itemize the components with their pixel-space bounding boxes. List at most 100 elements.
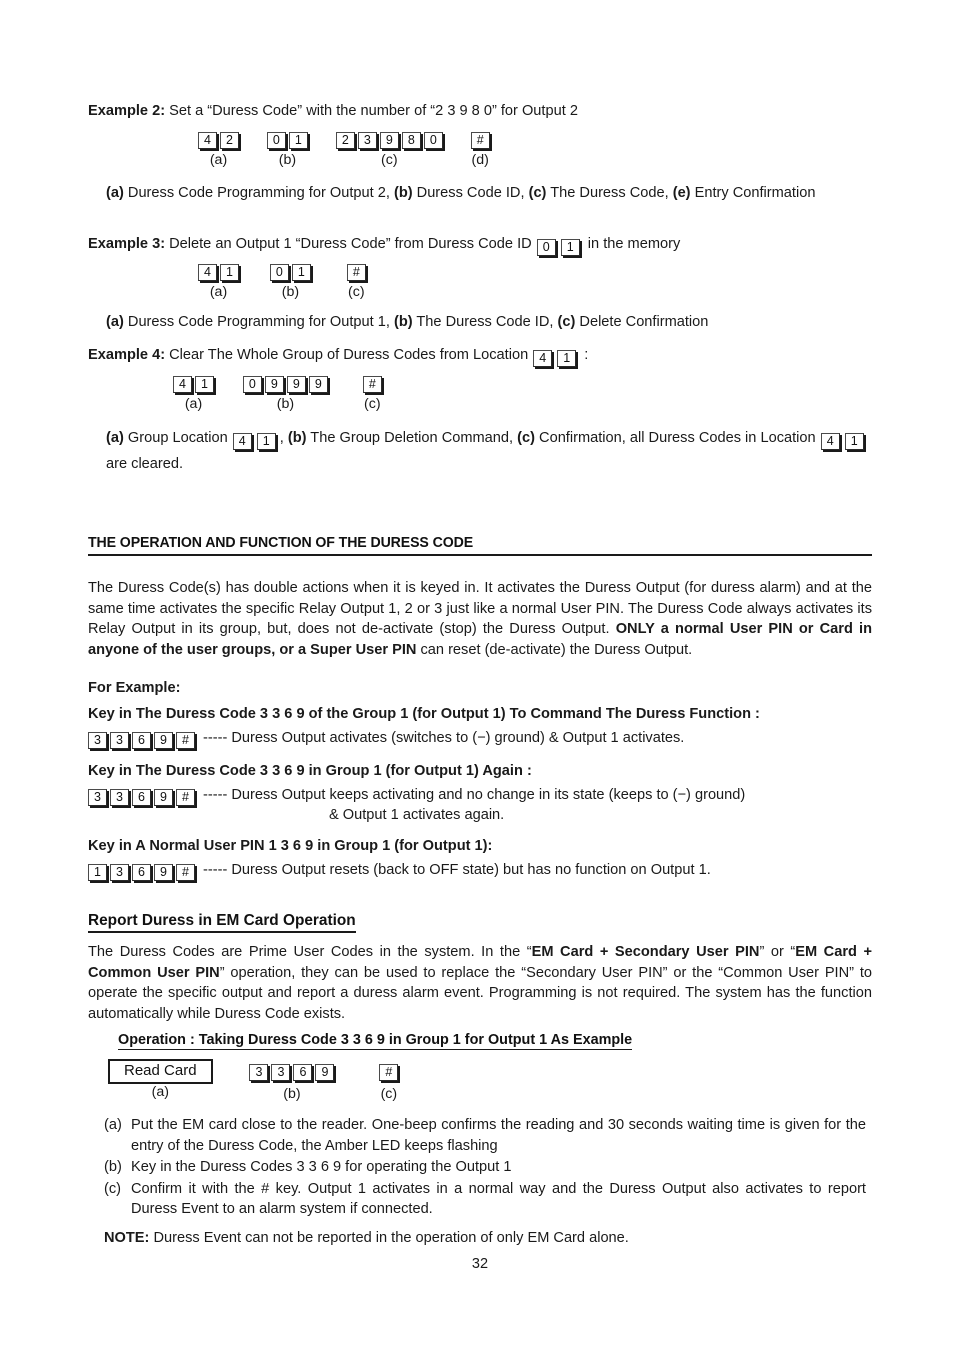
legend-tag: (c)	[517, 430, 535, 446]
legend-text: Confirmation, all Duress Codes in Locati…	[534, 430, 820, 446]
legend-text: The Group Deletion Command,	[306, 430, 518, 446]
key[interactable]: 1	[557, 350, 577, 367]
keys: 41	[198, 261, 239, 283]
key[interactable]: 4	[173, 376, 192, 393]
key[interactable]: 2	[220, 132, 239, 149]
duress-example-result-0: ----- Duress Output activates (switches …	[203, 730, 685, 746]
example4-text-after: :	[580, 347, 589, 363]
key[interactable]: #	[346, 264, 366, 281]
key[interactable]: 9	[308, 376, 328, 393]
key[interactable]: 1	[195, 376, 214, 393]
key[interactable]: #	[379, 1064, 399, 1081]
list-item-text: Put the EM card close to the reader. One…	[131, 1117, 866, 1154]
key[interactable]: #	[176, 864, 195, 881]
key[interactable]: 6	[132, 732, 151, 749]
list-item-marker: (b)	[104, 1159, 122, 1175]
key[interactable]: 0	[423, 132, 443, 149]
key[interactable]: 9	[315, 1064, 335, 1081]
document-page: Example 2: Set a “Duress Code” with the …	[88, 0, 872, 1345]
read-card-box[interactable]: Read Card	[108, 1059, 213, 1084]
example4-legend: (a) Group Location 41, (b) The Group Del…	[106, 425, 872, 477]
duress-example-keys-2: 1 3 6 9 # ----- Duress Output resets (back to…	[88, 861, 711, 881]
key[interactable]: 3	[110, 789, 129, 806]
key[interactable]: 0	[242, 376, 262, 393]
keys: 42	[198, 129, 239, 151]
key[interactable]: 6	[132, 864, 151, 881]
key[interactable]: 2	[335, 132, 355, 149]
key[interactable]: 4	[820, 433, 840, 450]
key[interactable]: 9	[264, 376, 284, 393]
key[interactable]: 1	[220, 264, 239, 281]
list-item-text: Confirm it with the # key. Output 1 acti…	[131, 1180, 866, 1218]
key[interactable]: #	[470, 132, 490, 149]
list-item-marker: (c)	[104, 1180, 122, 1197]
key[interactable]: 0	[269, 264, 289, 281]
key[interactable]: 9	[379, 132, 399, 149]
key[interactable]: 1	[844, 433, 864, 450]
key[interactable]: 1	[256, 433, 276, 450]
list-item: (a) Put the EM card close to the reader. …	[104, 1115, 866, 1156]
operation-heading: Operation : Taking Duress Code 3 3 6 9 i…	[118, 1032, 633, 1050]
key[interactable]: 6	[293, 1064, 313, 1081]
key[interactable]: #	[176, 789, 195, 806]
key[interactable]: 8	[401, 132, 421, 149]
key[interactable]: 1	[288, 132, 308, 149]
section-divider	[88, 554, 872, 556]
key[interactable]: 3	[110, 732, 129, 749]
keys: 0999	[242, 373, 328, 395]
em-card-heading: Report Duress in EM Card Operation	[88, 912, 356, 933]
duress-example-keys-1: 3 3 6 9 # ----- Duress Output keeps activatin…	[88, 786, 745, 806]
key[interactable]: 3	[357, 132, 377, 149]
keys: #	[470, 129, 490, 151]
list-item-text: Key in the Duress Codes 3 3 6 9 for oper…	[131, 1159, 512, 1175]
legend-tag: (e)	[672, 185, 691, 201]
section-paragraph: The Duress Code(s) has double actions wh…	[88, 578, 872, 660]
key[interactable]: 4	[198, 264, 217, 281]
legend-tag: (a)	[106, 185, 124, 201]
key[interactable]: 1	[291, 264, 311, 281]
keygroup-b: 01 (b)	[266, 129, 308, 169]
key[interactable]: 4	[232, 433, 252, 450]
key[interactable]: 6	[132, 789, 151, 806]
key[interactable]: 4	[533, 350, 553, 367]
key[interactable]: 9	[286, 376, 306, 393]
key[interactable]: #	[176, 732, 195, 749]
example3-keyrow: 41 (a) 01 (b) # (c)	[198, 261, 366, 301]
keygroup-c: # (c)	[379, 1059, 399, 1103]
keygroup-c: # (c)	[346, 261, 366, 301]
em-card-paragraph: The Duress Codes are Prime User Codes in…	[88, 942, 872, 1024]
legend-tail: are cleared.	[106, 456, 184, 472]
duress-example-heading-2: Key in A Normal User PIN 1 3 6 9 in Grou…	[88, 838, 493, 854]
legend-tag: (b)	[393, 185, 413, 201]
section-heading-block: THE OPERATION AND FUNCTION OF THE DURESS…	[88, 534, 872, 556]
key[interactable]: 3	[249, 1064, 269, 1081]
paragraph-part2: can reset (de-activate) the Duress Outpu…	[416, 641, 693, 658]
key[interactable]: 1	[88, 864, 107, 881]
key[interactable]: 9	[154, 789, 173, 806]
em-card-heading-block: Report Duress in EM Card Operation	[88, 912, 356, 933]
keygroup-a: Read Card (a)	[108, 1059, 213, 1101]
key[interactable]: 3	[88, 732, 107, 749]
section-heading: THE OPERATION AND FUNCTION OF THE DURESS…	[88, 534, 474, 551]
key[interactable]: 3	[271, 1064, 291, 1081]
example4-text-before: Clear The Whole Group of Duress Codes fr…	[165, 347, 533, 363]
keygroup-c: # (c)	[362, 373, 382, 413]
example2-label: Example 2:	[88, 103, 166, 119]
keygroup-caption: (a)	[209, 152, 228, 168]
key[interactable]: 3	[88, 789, 107, 806]
keygroup-caption: (b)	[276, 396, 295, 412]
key[interactable]: 4	[198, 132, 217, 149]
duress-example-heading-1: Key in The Duress Code 3 3 6 9 in Group …	[88, 763, 532, 779]
keygroup-d: # (d)	[470, 129, 490, 169]
example3-title: Example 3: Delete an Output 1 “Duress Co…	[88, 234, 872, 256]
key[interactable]: 3	[110, 864, 129, 881]
key[interactable]: #	[362, 376, 382, 393]
key[interactable]: 9	[154, 732, 173, 749]
key[interactable]: 1	[560, 239, 580, 256]
key[interactable]: 0	[266, 132, 286, 149]
keys: #	[362, 373, 382, 395]
for-example-label: For Example:	[88, 680, 181, 696]
key[interactable]: 9	[154, 864, 173, 881]
key[interactable]: 0	[536, 239, 556, 256]
keygroup-a: 41 (a)	[173, 373, 214, 413]
